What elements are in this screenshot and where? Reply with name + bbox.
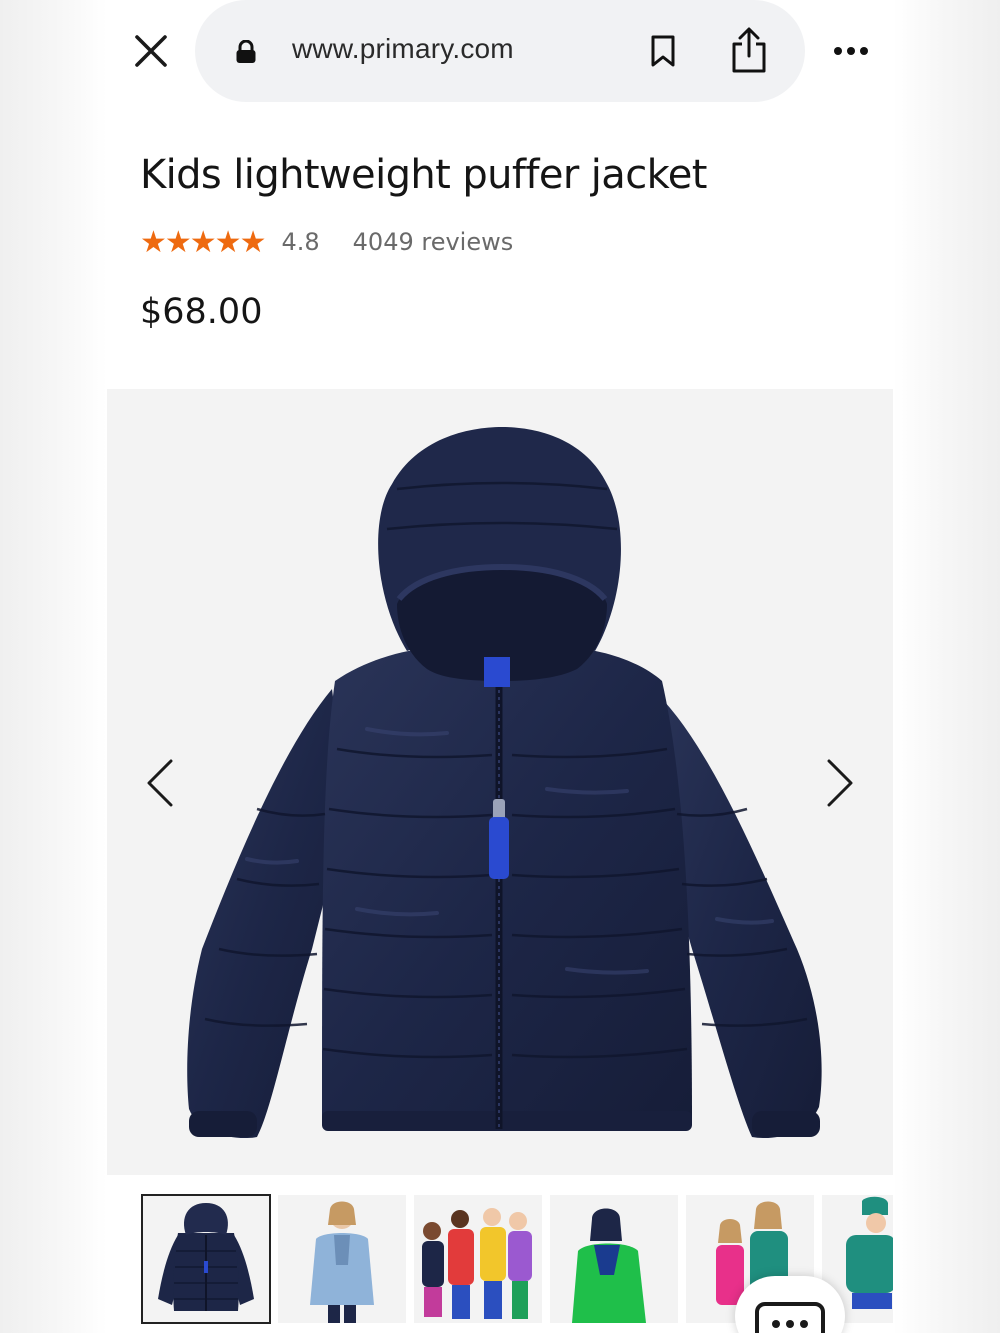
- rating-value: 4.8: [281, 228, 320, 256]
- next-image-button[interactable]: [823, 755, 857, 811]
- thumbnail-green-jacket-image: [572, 1208, 646, 1323]
- product-jacket-image: [187, 427, 822, 1139]
- close-icon: [135, 35, 167, 67]
- thumbnail-2[interactable]: [278, 1195, 406, 1323]
- product-price: $68.00: [140, 292, 263, 332]
- share-button[interactable]: [725, 22, 773, 78]
- previous-image-button[interactable]: [143, 755, 177, 811]
- thumbnail-4[interactable]: [550, 1195, 678, 1323]
- thumbnail-3[interactable]: [414, 1195, 542, 1323]
- close-button[interactable]: [127, 30, 175, 72]
- lock-icon: [236, 40, 256, 63]
- chevron-left-icon: [147, 759, 173, 807]
- share-icon: [732, 27, 766, 73]
- thumbnail-jacket-image: [158, 1203, 254, 1311]
- browser-page: www.primary.com Kids lightweight puffer …: [107, 0, 893, 1333]
- rating-row[interactable]: ★★★★★ 4.8 4049 reviews: [140, 222, 513, 262]
- bookmark-button[interactable]: [643, 28, 683, 74]
- product-image-gallery[interactable]: [107, 389, 893, 1175]
- chat-button[interactable]: [735, 1276, 845, 1333]
- star-rating-icon: ★★★★★: [140, 224, 266, 260]
- thumbnail-light-blue-jacket-image: [310, 1201, 374, 1323]
- review-count-link[interactable]: 4049 reviews: [353, 228, 514, 256]
- bookmark-icon: [651, 35, 675, 67]
- chat-icon: [755, 1302, 825, 1333]
- thumbnail-group-kids-image: [422, 1208, 532, 1319]
- url-text: www.primary.com: [292, 33, 514, 64]
- thumbnail-1[interactable]: [141, 1194, 271, 1324]
- address-bar[interactable]: www.primary.com: [195, 0, 805, 102]
- more-icon: [834, 47, 868, 55]
- more-options-button[interactable]: [825, 34, 877, 68]
- product-title: Kids lightweight puffer jacket: [140, 152, 707, 198]
- chevron-right-icon: [827, 759, 853, 807]
